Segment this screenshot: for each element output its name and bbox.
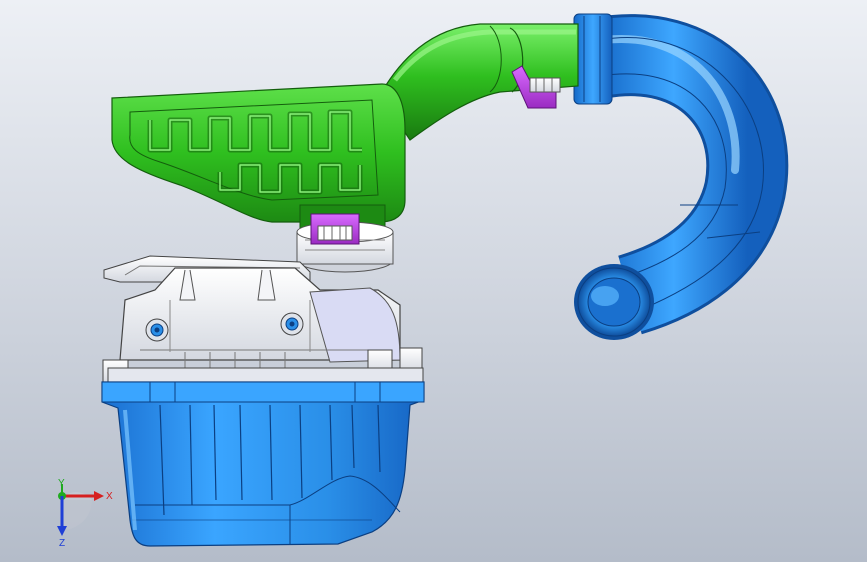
model-canvas[interactable] (0, 0, 867, 562)
air-duct[interactable] (111, 23, 579, 229)
intake-pipe-bend[interactable] (573, 13, 789, 340)
airbox-lower-housing[interactable] (101, 381, 425, 547)
screw-right (280, 312, 304, 336)
airbox-upper-cover[interactable] (102, 255, 424, 385)
x-axis-label: X (106, 491, 113, 502)
y-axis-label: Y (58, 478, 65, 489)
orientation-triad: X Y Z (57, 478, 113, 548)
3d-viewport[interactable]: X Y Z (0, 0, 867, 562)
z-axis-label: Z (59, 538, 65, 548)
screw-left (145, 318, 169, 342)
